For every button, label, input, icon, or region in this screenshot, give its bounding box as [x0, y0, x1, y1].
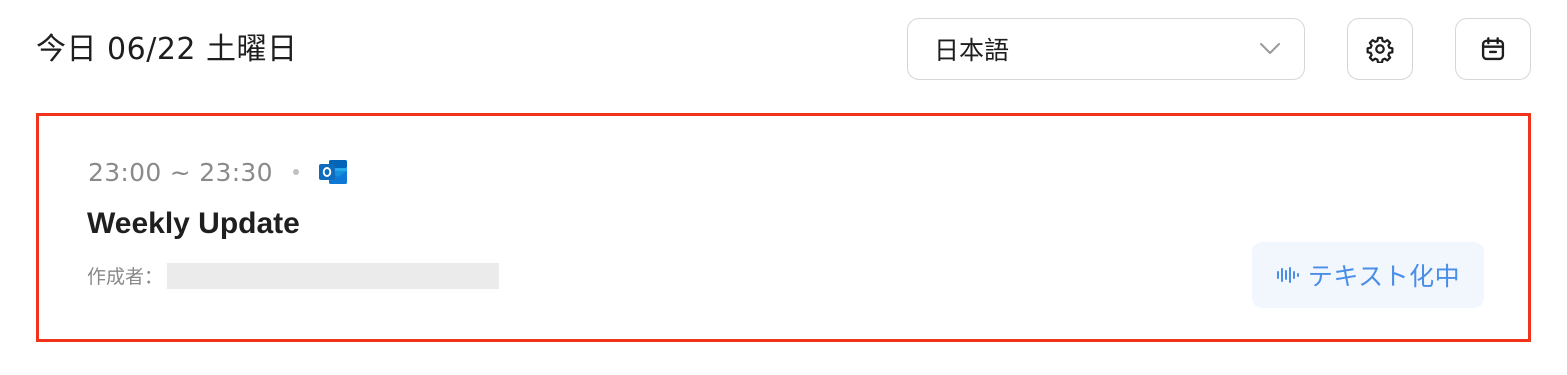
outlook-icon — [317, 156, 349, 188]
meeting-meta: 23:00 ~ 23:30 — [88, 156, 349, 188]
separator-dot — [292, 169, 299, 175]
status-badge: テキスト化中 — [1252, 242, 1484, 308]
settings-button[interactable] — [1347, 18, 1413, 80]
audio-wave-icon — [1276, 265, 1308, 285]
meeting-time: 23:00 ~ 23:30 — [88, 157, 273, 187]
creator-row: 作成者： — [87, 262, 500, 289]
status-text: テキスト化中 — [1307, 262, 1461, 291]
creator-label: 作成者： — [87, 266, 164, 288]
chevron-down-icon — [1258, 37, 1282, 61]
meeting-card[interactable]: 23:00 ~ 23:30 Weekly Update 作成者： テキスト化中 — [36, 113, 1531, 342]
language-select-value: 日本語 — [934, 36, 1010, 65]
calendar-icon — [1479, 35, 1507, 63]
gear-icon — [1366, 35, 1394, 63]
page-title: 今日 06/22 土曜日 — [36, 32, 298, 67]
creator-name-redacted — [167, 262, 500, 289]
language-select[interactable]: 日本語 — [907, 18, 1305, 80]
meeting-title: Weekly Update — [87, 207, 300, 240]
calendar-button[interactable] — [1455, 18, 1531, 80]
